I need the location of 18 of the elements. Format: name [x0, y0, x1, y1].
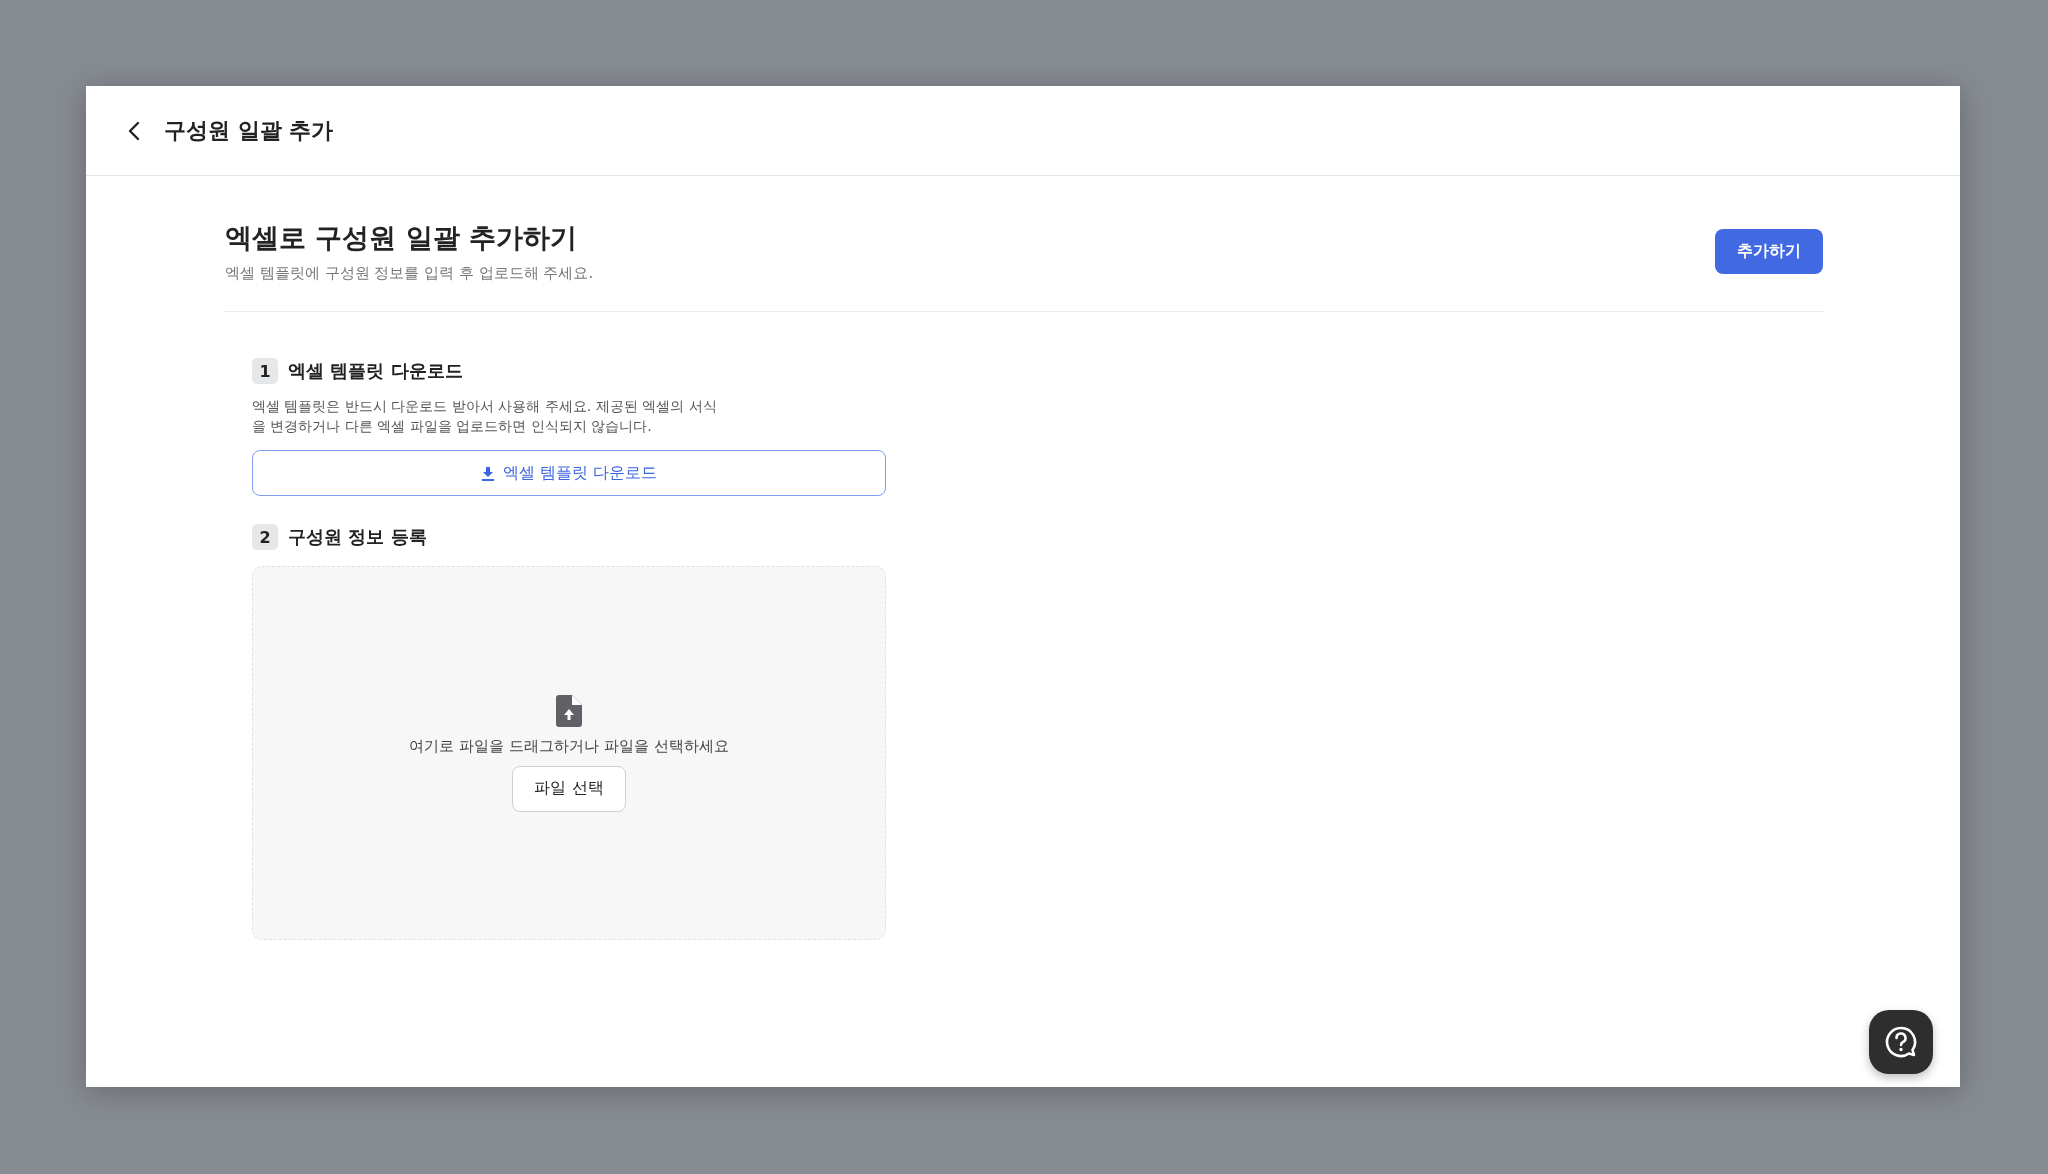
download-icon [480, 465, 495, 481]
download-button[interactable]: 엑셀 템플릿 다운로드 [252, 450, 886, 496]
step-title: 구성원 정보 등록 [288, 525, 427, 549]
help-button[interactable] [1869, 1010, 1933, 1074]
drop-hint: 여기로 파일을 드래그하거나 파일을 선택하세요 [409, 736, 729, 756]
step-number: 1 [252, 358, 278, 384]
section-subtitle: 엑셀 템플릿에 구성원 정보를 입력 후 업로드해 주세요. [225, 264, 594, 283]
file-select-button[interactable]: 파일 선택 [512, 765, 626, 812]
file-drop-zone[interactable]: 여기로 파일을 드래그하거나 파일을 선택하세요 파일 선택 [252, 566, 886, 940]
page-title: 구성원 일괄 추가 [164, 116, 334, 145]
section-title: 엑셀로 구성원 일괄 추가하기 [225, 221, 579, 255]
help-chat-icon [1883, 1024, 1919, 1060]
step-description: 엑셀 템플릿은 반드시 다운로드 받아서 사용해 주세요. 제공된 엑셀의 서식을 변경하거나 다른 엑셀 파일을 업로드하면 인식되지 않습니다. [252, 397, 718, 436]
step-title: 엑셀 템플릿 다운로드 [288, 359, 463, 383]
add-button[interactable]: 추가하기 [1715, 229, 1823, 274]
file-upload-icon [556, 694, 582, 727]
step-number: 2 [252, 524, 278, 550]
back-icon[interactable] [128, 120, 140, 141]
